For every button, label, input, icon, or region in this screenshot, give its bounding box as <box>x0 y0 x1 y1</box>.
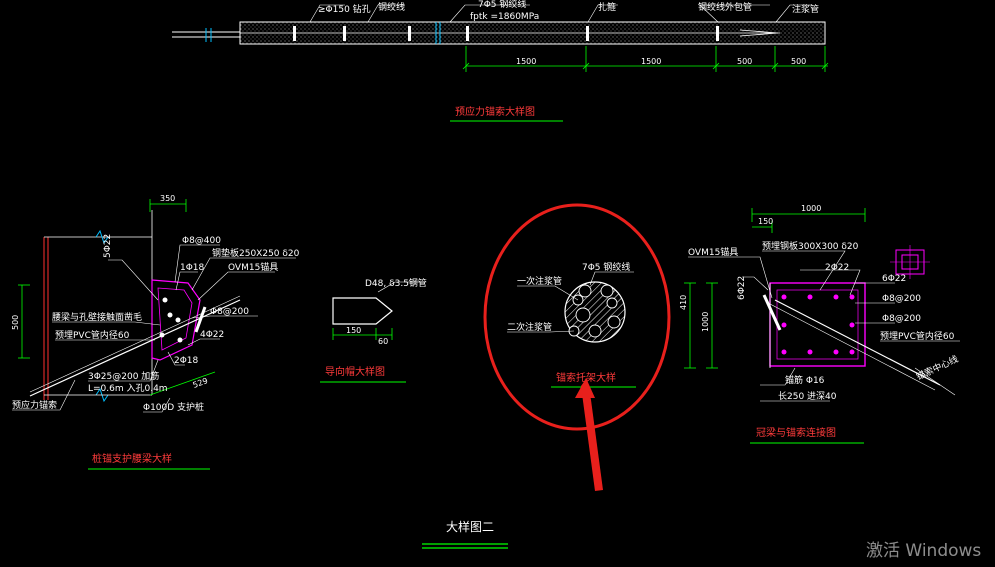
label-l-f: 腰梁与孔壁接触面凿毛 <box>52 311 142 323</box>
label-guide-pipe: D48, δ3.5钢管 <box>365 277 427 289</box>
cad-drawing-canvas: ≥Φ150 钻孔 钢绞线 7Φ5 钢绞线 fptk =1860MPa 扎箍 钢绞… <box>11 0 960 549</box>
dim-right-small: 150 <box>758 217 773 226</box>
label-sleeve: 钢绞线外包管 <box>698 1 752 13</box>
title-guide-cap: 导向帽大样图 <box>325 365 385 378</box>
label-grout-pipe: 注浆管 <box>792 3 819 15</box>
label-l-e: 5Φ22 <box>103 234 113 258</box>
dim-left-height: 500 <box>11 315 20 330</box>
label-spacer: 扎箍 <box>598 1 616 13</box>
sheet-title-block: 大样图二 <box>422 519 508 549</box>
label-strand-line: 钢绞线 <box>378 1 405 13</box>
label-strand: 7Φ5 钢绞线 <box>582 261 630 273</box>
waling-beam-detail: 350 500 529 Φ8@400 钢垫板250X250 δ20 1Φ18 O… <box>11 194 300 470</box>
guide-cap-detail: D48, δ3.5钢管 150 60 导向帽大样图 <box>320 277 427 383</box>
label-r-d: 2Φ22 <box>825 263 849 273</box>
dim-left-top: 350 <box>160 194 175 203</box>
label-l-c: 1Φ18 <box>180 263 205 273</box>
dim-4: 500 <box>791 57 806 66</box>
label-r-g: Φ8@200 <box>882 314 921 324</box>
dim-right-top: 1000 <box>801 204 821 213</box>
label-l-n: 预应力锚索 <box>12 399 57 411</box>
dim-3: 500 <box>737 57 752 66</box>
label-r-c: 6Φ22 <box>737 276 747 300</box>
label-l-j: 2Φ18 <box>174 356 199 366</box>
dim-right-side-b: 1000 <box>701 312 710 332</box>
crown-beam-detail: 1000 150 410 1000 OVM15锚具 预埋钢板300X300 δ2… <box>679 204 960 444</box>
title-waling-beam: 桩锚支护腰梁大样 <box>92 452 172 465</box>
anchor-cable-detail: ≥Φ150 钻孔 钢绞线 7Φ5 钢绞线 fptk =1860MPa 扎箍 钢绞… <box>172 0 829 122</box>
label-r-a: OVM15锚具 <box>688 246 738 258</box>
label-r-b: 预埋钢板300X300 δ20 <box>762 240 859 252</box>
label-l-m: Φ100D 支护桩 <box>143 401 204 413</box>
label-l-l: L=0.6m 入孔0.4m <box>88 383 168 394</box>
dim-1: 1500 <box>516 57 536 66</box>
label-l-i: 4Φ22 <box>200 330 224 340</box>
label-l-d: OVM15锚具 <box>228 261 278 273</box>
label-grout-1: 一次注浆管 <box>517 275 562 287</box>
title-anchor-cable: 预应力锚索大样图 <box>455 105 535 118</box>
windows-activation-watermark: 激活 Windows <box>866 541 982 561</box>
label-l-b: 钢垫板250X250 δ20 <box>212 247 300 259</box>
label-r-h: 预埋PVC管内径60 <box>880 330 955 342</box>
dim-cap-1: 150 <box>346 326 361 335</box>
label-l-a: Φ8@400 <box>182 236 221 246</box>
title-crown-beam: 冠梁与锚索连接图 <box>756 426 836 439</box>
sheet-title: 大样图二 <box>446 519 494 534</box>
label-strand-spec: 7Φ5 钢绞线 <box>478 0 526 10</box>
guide-cap-shape <box>332 297 393 325</box>
dim-cap-2: 60 <box>378 337 388 346</box>
label-r-i: 锚索中心线 <box>914 353 960 383</box>
label-l-g: Φ8@200 <box>210 307 249 317</box>
dim-2: 1500 <box>641 57 661 66</box>
label-r-e: 6Φ22 <box>882 274 906 284</box>
label-l-k: 3Φ25@200 加筋 <box>88 370 159 382</box>
label-grout-2: 二次注浆管 <box>507 321 552 333</box>
cable-section-detail: 7Φ5 钢绞线 一次注浆管 二次注浆管 锚索托架大样 <box>483 203 671 491</box>
label-l-h: 预埋PVC管内径60 <box>55 329 130 341</box>
dim-left-slope: 529 <box>192 376 209 390</box>
label-r-j: 锚筋 Φ16 <box>785 374 825 386</box>
dim-right-side-a: 410 <box>679 295 688 310</box>
label-r-k: 长250 进深40 <box>778 390 837 402</box>
label-strength: fptk =1860MPa <box>470 12 539 22</box>
label-hole: ≥Φ150 钻孔 <box>318 3 371 15</box>
label-r-f: Φ8@200 <box>882 294 921 304</box>
